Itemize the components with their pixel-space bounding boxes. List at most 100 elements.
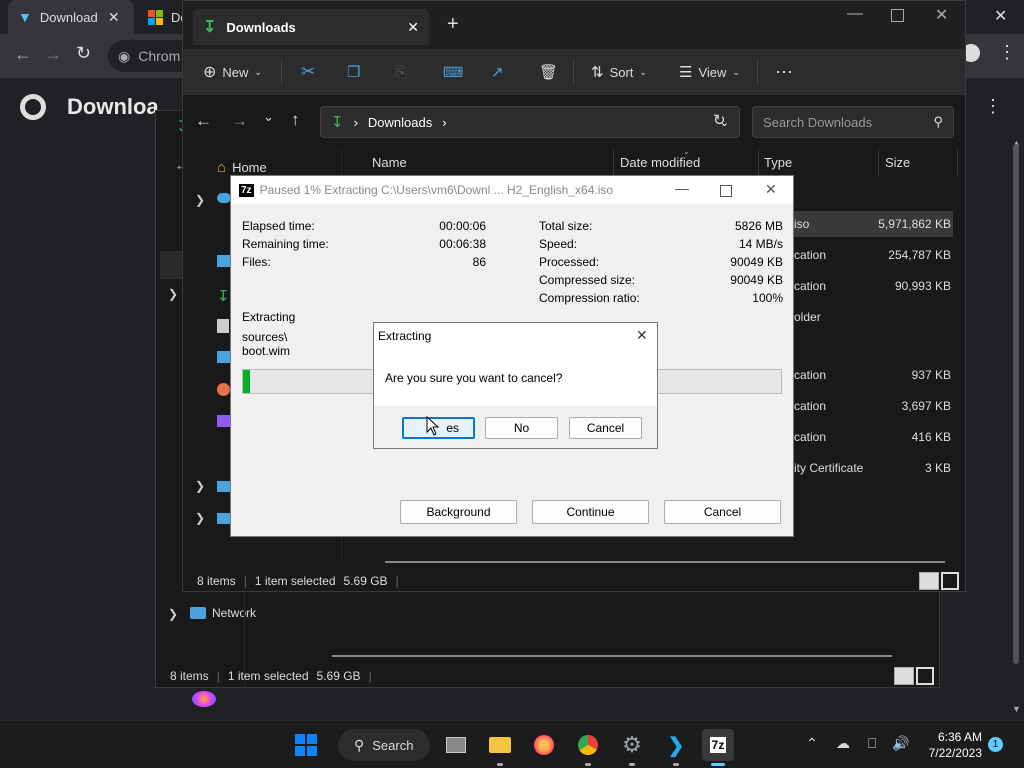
- expand-chevron-icon[interactable]: ❯: [168, 287, 178, 301]
- no-button[interactable]: No: [485, 417, 558, 439]
- cancel-button[interactable]: Cancel: [664, 500, 781, 524]
- forward-arrow-icon[interactable]: →: [44, 44, 62, 65]
- dialog-cancel-button[interactable]: Cancel: [569, 417, 642, 439]
- plus-circle-icon: ⊕: [203, 64, 217, 81]
- maximize-icon[interactable]: [720, 185, 732, 197]
- chrome-tab-microsoft[interactable]: Do: [138, 0, 188, 34]
- background-button[interactable]: Background: [400, 500, 517, 524]
- active-indicator: [711, 763, 725, 766]
- explorer-tab-downloads[interactable]: ↧ Downloads ✕: [193, 9, 429, 45]
- refresh-icon[interactable]: ↻: [713, 111, 726, 129]
- music-icon[interactable]: [217, 383, 230, 396]
- breadcrumb-downloads[interactable]: Downloads: [368, 115, 432, 130]
- details-view-icon[interactable]: [919, 572, 939, 590]
- continue-button[interactable]: Continue: [532, 500, 649, 524]
- download-icon[interactable]: ↧: [217, 287, 230, 305]
- column-date-modified[interactable]: Date modified: [620, 155, 700, 170]
- recent-chevron-icon[interactable]: ⌄: [263, 109, 274, 125]
- nav-item-network[interactable]: Network: [190, 606, 256, 620]
- task-view-icon[interactable]: [440, 729, 472, 761]
- view-button[interactable]: ☰ View ⌄: [679, 57, 740, 87]
- delete-icon[interactable]: 🗑: [539, 57, 558, 87]
- documents-icon[interactable]: [217, 319, 229, 333]
- back-arrow-icon[interactable]: ←: [195, 111, 212, 131]
- column-name[interactable]: Name: [372, 155, 407, 170]
- reload-icon[interactable]: ↻: [76, 43, 91, 64]
- clock[interactable]: 6:36 AM 7/22/2023: [920, 730, 982, 760]
- tiles-view-icon[interactable]: [916, 667, 934, 685]
- chevron-up-icon[interactable]: ⌃: [806, 735, 818, 752]
- search-input[interactable]: Search Downloads ⚲: [752, 106, 954, 138]
- forward-arrow-icon[interactable]: →: [231, 111, 248, 131]
- settings-icon[interactable]: ⚙: [616, 729, 648, 761]
- column-size[interactable]: Size: [885, 155, 910, 170]
- minimize-icon[interactable]: —: [847, 5, 863, 23]
- notification-badge[interactable]: 1: [988, 737, 1003, 752]
- more-options-icon[interactable]: ⋯: [775, 57, 793, 87]
- vscode-icon[interactable]: ❯: [660, 729, 692, 761]
- taskbar-search[interactable]: ⚲ Search: [338, 729, 430, 761]
- current-path: sources\: [242, 330, 288, 344]
- this-pc-icon[interactable]: [217, 481, 231, 492]
- nav-item-home[interactable]: ⌂ Home: [217, 159, 267, 176]
- windows-logo-icon: [295, 734, 317, 756]
- omnibox[interactable]: ◉ Chrom: [108, 40, 188, 72]
- pictures-icon[interactable]: [217, 351, 231, 363]
- network-icon[interactable]: [217, 513, 231, 524]
- network-status-icon[interactable]: ⎕: [868, 735, 876, 752]
- close-icon[interactable]: ✕: [407, 19, 419, 36]
- back-arrow-icon[interactable]: ←: [14, 44, 32, 65]
- more-icon[interactable]: ⋮: [984, 96, 1002, 117]
- close-icon[interactable]: ✕: [636, 327, 648, 344]
- horizontal-scrollbar[interactable]: [332, 655, 892, 657]
- column-type[interactable]: Type: [764, 155, 792, 170]
- volume-icon[interactable]: 🔊: [892, 735, 909, 752]
- tiles-view-icon[interactable]: [941, 572, 959, 590]
- address-bar[interactable]: ↧ › Downloads › ⌄: [320, 106, 740, 138]
- page-scrollbar[interactable]: ▲ ▼: [1008, 134, 1024, 720]
- column-divider: [957, 149, 958, 175]
- chrome-close-icon[interactable]: ✕: [994, 6, 1007, 26]
- download-favicon-icon: ▼: [18, 9, 32, 25]
- close-window-icon[interactable]: ✕: [935, 5, 948, 25]
- onedrive-icon[interactable]: [217, 193, 231, 203]
- horizontal-scrollbar[interactable]: [385, 561, 945, 563]
- running-indicator: [585, 763, 591, 766]
- current-file: boot.wim: [242, 344, 291, 358]
- details-view-icon[interactable]: [894, 667, 914, 685]
- sevenzip-taskbar-icon[interactable]: 7z: [702, 729, 734, 761]
- scroll-down-icon[interactable]: ▼: [1012, 704, 1021, 714]
- new-tab-icon[interactable]: +: [447, 13, 459, 36]
- start-button[interactable]: [290, 729, 322, 761]
- minimize-icon[interactable]: —: [675, 180, 689, 196]
- taskbar-search-label: Search: [372, 737, 414, 753]
- close-icon[interactable]: ✕: [108, 9, 120, 26]
- copy-icon[interactable]: ❐: [347, 57, 360, 87]
- file-explorer-icon[interactable]: [484, 729, 516, 761]
- expand-chevron-icon[interactable]: ❯: [195, 479, 205, 493]
- firefox-icon[interactable]: [528, 729, 560, 761]
- close-icon[interactable]: ✕: [765, 181, 777, 198]
- videos-icon[interactable]: [217, 415, 231, 427]
- chrome-tab-downloads[interactable]: ▼ Download ✕: [8, 0, 134, 34]
- chrome-icon[interactable]: [572, 729, 604, 761]
- expand-chevron-icon[interactable]: ❯: [195, 511, 205, 525]
- expand-chevron-icon[interactable]: ❯: [168, 607, 178, 621]
- up-arrow-icon[interactable]: ↑: [291, 110, 300, 130]
- paste-icon[interactable]: ⎘: [395, 57, 407, 87]
- desktop-icon[interactable]: [217, 255, 231, 267]
- window-title: Paused 1% Extracting C:\Users\vm6\Downl …: [259, 183, 614, 197]
- cloud-icon[interactable]: ☁: [836, 735, 850, 752]
- new-button[interactable]: ⊕ New ⌄: [203, 57, 262, 87]
- share-icon[interactable]: ↗: [491, 57, 504, 87]
- tab-title: Downloads: [226, 19, 296, 35]
- expand-chevron-icon[interactable]: ❯: [195, 193, 205, 207]
- scroll-thumb[interactable]: [1013, 144, 1019, 664]
- sort-button[interactable]: ⇅ Sort ⌄: [591, 57, 647, 87]
- maximize-icon[interactable]: [891, 9, 904, 22]
- elapsed-time-label: Elapsed time:: [242, 219, 315, 233]
- rename-icon[interactable]: ⌨: [443, 57, 463, 87]
- row-type: iso: [794, 217, 810, 231]
- chrome-menu-icon[interactable]: ⋮: [998, 42, 1016, 63]
- cut-icon[interactable]: ✂: [301, 57, 315, 87]
